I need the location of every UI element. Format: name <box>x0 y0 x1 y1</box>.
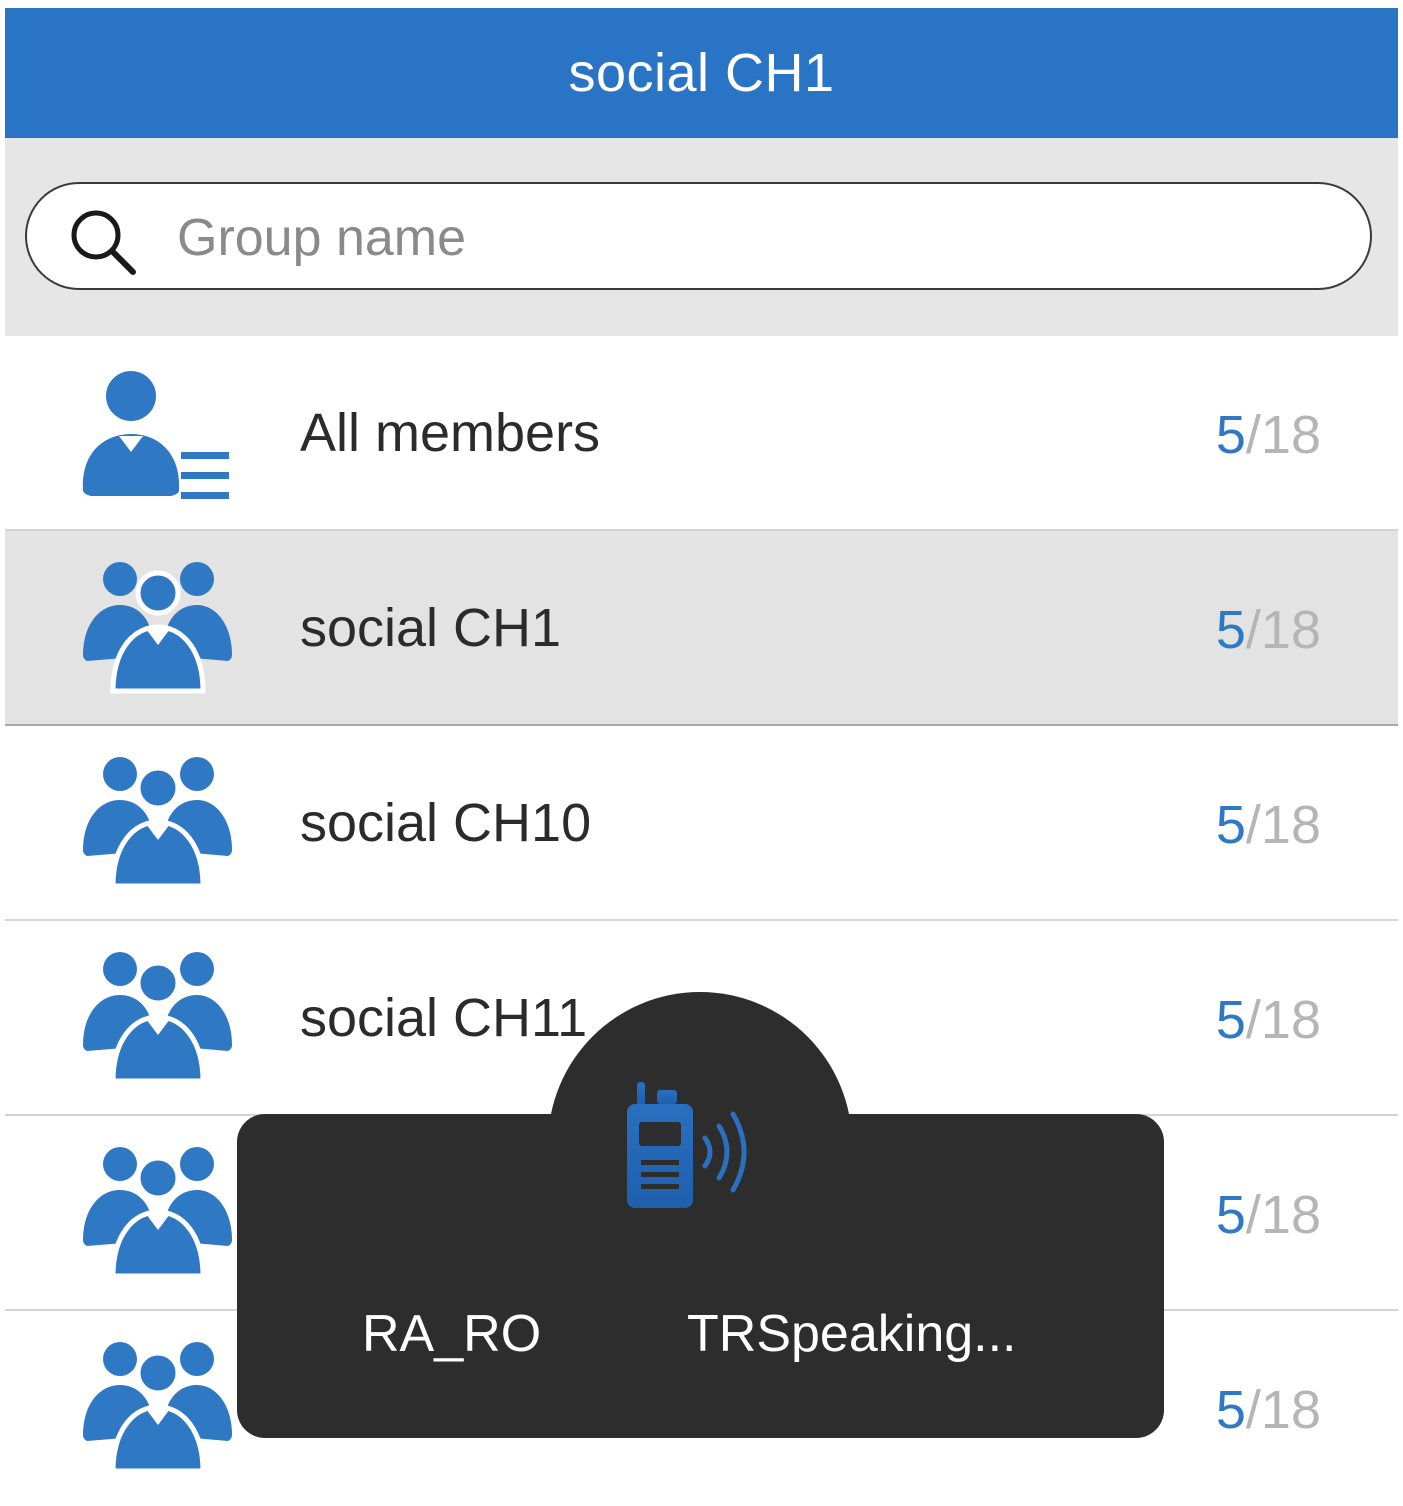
member-count: 5/18 <box>1215 1380 1321 1440</box>
search-icon <box>71 210 136 275</box>
page-title: social CH1 <box>568 43 835 103</box>
group-row-all-members[interactable]: All members 5/18 <box>5 336 1398 531</box>
group-icon <box>83 562 232 694</box>
group-name: All members <box>300 403 601 463</box>
group-icon <box>83 1147 232 1279</box>
group-row-social-ch10[interactable]: social CH10 5/18 <box>5 726 1398 921</box>
group-icon <box>83 757 232 889</box>
group-icon <box>83 1342 232 1474</box>
search-bar <box>5 138 1398 336</box>
member-count: 5/18 <box>1215 1185 1321 1245</box>
app-header: social CH1 <box>5 8 1398 138</box>
member-count: 5/18 <box>1215 795 1321 855</box>
member-count: 5/18 <box>1215 405 1321 465</box>
ptt-speaking-overlay: RA_RO TRSpeaking... <box>237 992 1164 1438</box>
member-list-icon <box>82 371 229 499</box>
speaking-status: TRSpeaking... <box>687 1305 1017 1363</box>
group-name: social CH1 <box>300 598 562 658</box>
member-count: 5/18 <box>1215 600 1321 660</box>
search-box[interactable] <box>25 182 1372 290</box>
group-name: social CH10 <box>300 793 592 853</box>
member-count: 5/18 <box>1215 990 1321 1050</box>
speaker-name: RA_RO <box>362 1305 542 1363</box>
walkie-talkie-icon <box>627 1082 747 1208</box>
group-row-social-ch1[interactable]: social CH1 5/18 <box>5 531 1398 726</box>
group-icon <box>83 952 232 1084</box>
search-input[interactable] <box>175 198 1329 278</box>
